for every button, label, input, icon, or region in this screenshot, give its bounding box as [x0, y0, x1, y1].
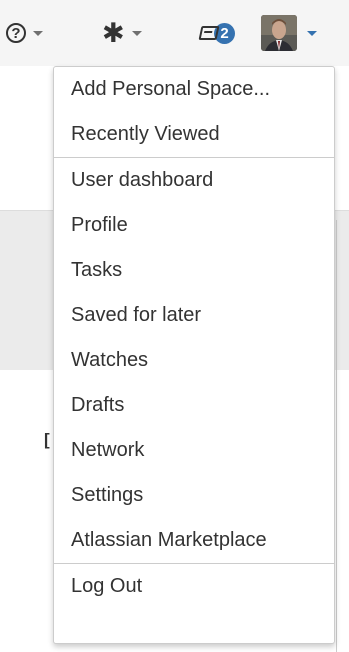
chevron-down-icon — [33, 30, 43, 36]
menu-item-user-dashboard[interactable]: User dashboard — [54, 158, 334, 203]
menu-item-network[interactable]: Network — [54, 428, 334, 473]
menu-section-personal: Add Personal Space... Recently Viewed — [54, 67, 334, 157]
menu-section-user: User dashboard Profile Tasks Saved for l… — [54, 158, 334, 563]
gear-icon: ✱ — [102, 17, 125, 48]
notifications-button[interactable]: 2 — [198, 14, 235, 52]
page-text-fragment: [ — [44, 430, 50, 449]
menu-item-add-personal-space[interactable]: Add Personal Space... — [54, 67, 334, 112]
notification-tray-icon — [198, 26, 220, 40]
avatar — [261, 15, 297, 51]
menu-section-logout: Log Out — [54, 564, 334, 609]
menu-item-saved-for-later[interactable]: Saved for later — [54, 293, 334, 338]
menu-item-recently-viewed[interactable]: Recently Viewed — [54, 112, 334, 157]
user-menu-button[interactable] — [261, 14, 317, 52]
help-icon: ? — [6, 23, 26, 43]
user-dropdown-menu: Add Personal Space... Recently Viewed Us… — [53, 66, 335, 644]
settings-menu-button[interactable]: ✱ — [102, 14, 142, 52]
chevron-down-icon — [307, 30, 317, 36]
menu-item-settings[interactable]: Settings — [54, 473, 334, 518]
menu-item-drafts[interactable]: Drafts — [54, 383, 334, 428]
help-menu-button[interactable]: ? — [6, 14, 43, 52]
top-navigation-bar: ? ✱ 2 — [0, 0, 349, 66]
menu-item-atlassian-marketplace[interactable]: Atlassian Marketplace — [54, 518, 334, 563]
menu-item-watches[interactable]: Watches — [54, 338, 334, 383]
chevron-down-icon — [131, 30, 142, 36]
menu-item-tasks[interactable]: Tasks — [54, 248, 334, 293]
menu-item-profile[interactable]: Profile — [54, 203, 334, 248]
divider — [336, 220, 337, 652]
menu-item-log-out[interactable]: Log Out — [54, 564, 334, 609]
